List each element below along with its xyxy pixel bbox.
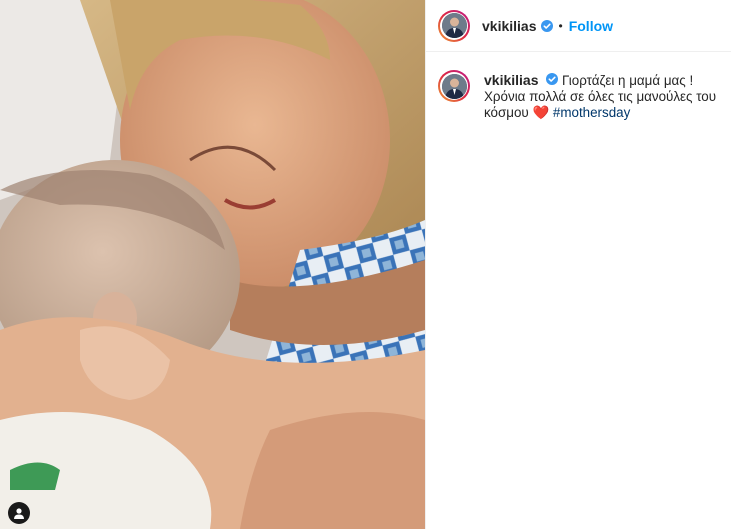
verified-badge-icon <box>546 73 559 85</box>
caption-text: vkikilias Γιορτάζει η μαμά μας ! Χρόνια … <box>484 70 717 121</box>
heart-emoji-icon: ❤️ <box>532 105 550 120</box>
post-photo[interactable] <box>0 0 425 529</box>
hashtag-link[interactable]: #mothersday <box>553 105 630 120</box>
header-username[interactable]: vkikilias <box>482 18 537 34</box>
photo-mother-and-baby <box>0 0 425 529</box>
post-header: vkikilias • Follow <box>426 0 731 52</box>
caption-username[interactable]: vkikilias <box>484 72 539 88</box>
caption-line-1: Γιορτάζει η μαμά μας ! <box>561 73 694 88</box>
avatar-photo <box>441 73 467 99</box>
caption-avatar[interactable] <box>438 70 470 102</box>
verified-badge-icon <box>540 19 553 32</box>
separator-dot: • <box>558 18 563 33</box>
avatar-photo <box>441 13 467 38</box>
follow-button[interactable]: Follow <box>569 18 613 34</box>
user-tag-button[interactable] <box>8 502 30 524</box>
user-tag-icon <box>14 508 24 519</box>
post-side-panel: vkikilias • Follow vkikilias Γιορτάζει η… <box>425 0 731 529</box>
caption-comment: vkikilias Γιορτάζει η μαμά μας ! Χρόνια … <box>426 52 731 121</box>
avatar[interactable] <box>438 9 470 42</box>
